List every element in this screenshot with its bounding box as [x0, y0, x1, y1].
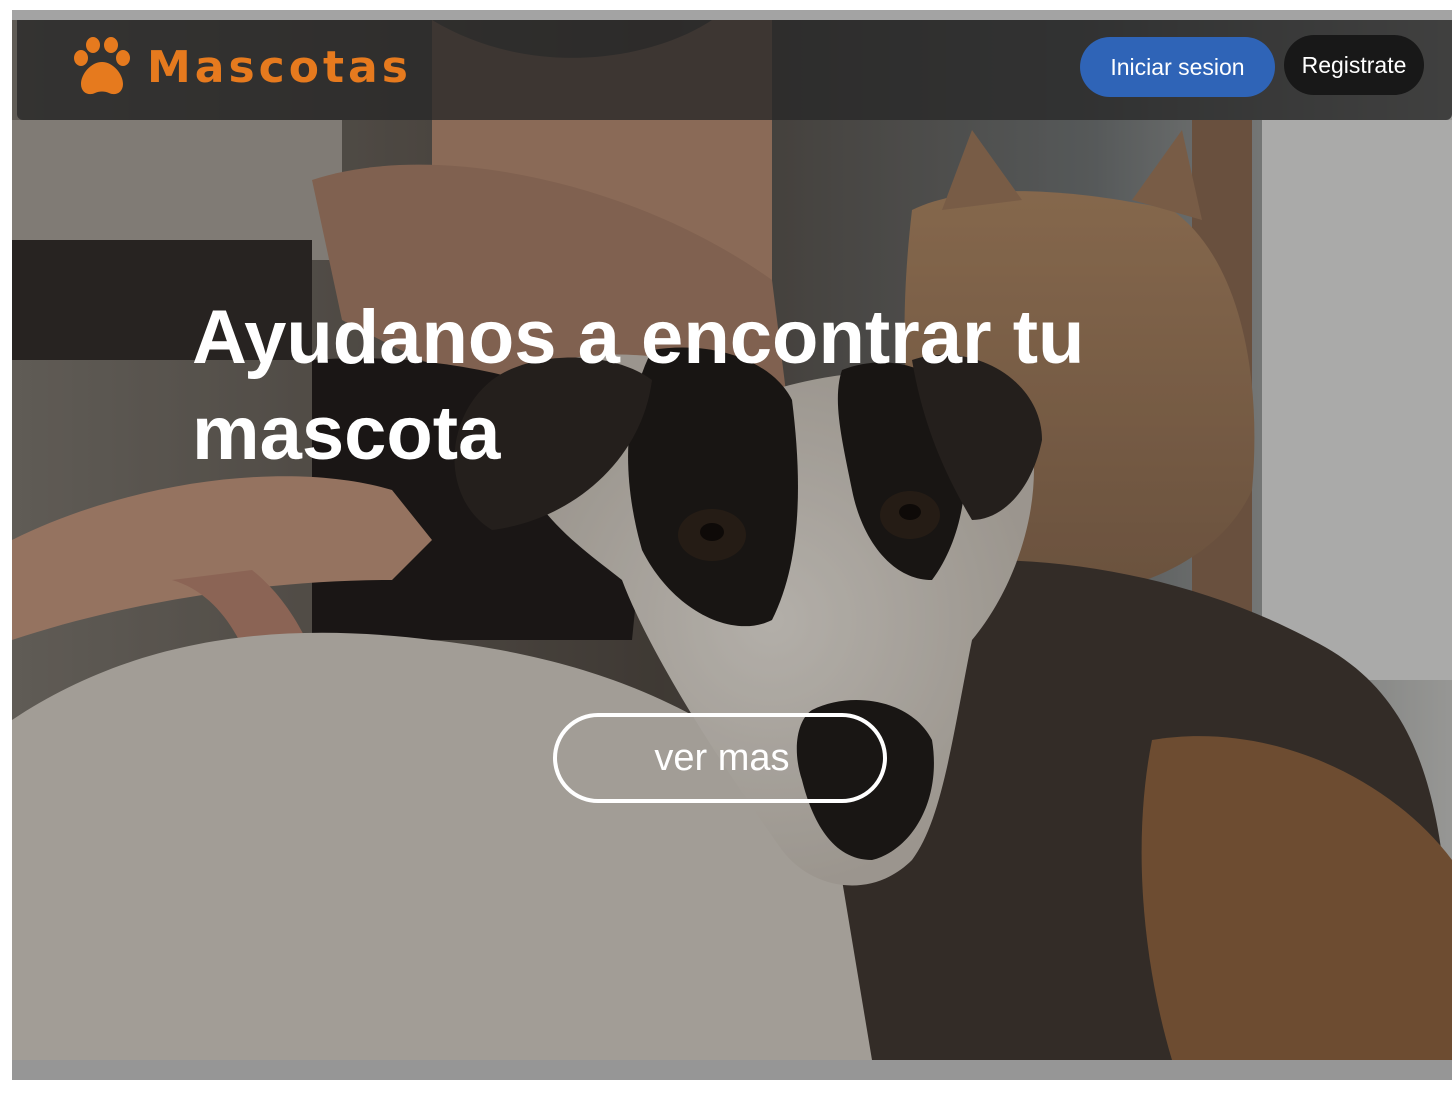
- login-button[interactable]: Iniciar sesion: [1080, 37, 1275, 97]
- top-navbar: Mascotas Iniciar sesion Registrate: [17, 20, 1452, 120]
- see-more-button[interactable]: ver mas: [553, 713, 887, 803]
- brand-logo-link[interactable]: Mascotas: [69, 36, 412, 98]
- register-button[interactable]: Registrate: [1284, 35, 1424, 95]
- top-strip: [12, 10, 1452, 20]
- bottom-strip: [12, 1060, 1452, 1080]
- hero-overlay: [12, 20, 1452, 1060]
- brand-name: Mascotas: [147, 41, 412, 93]
- paw-icon: [74, 37, 130, 95]
- hero-title: Ayudanos a encontrar tu mascota: [192, 295, 1085, 476]
- hero-section: Mascotas Iniciar sesion Registrate Ayuda…: [12, 20, 1452, 1060]
